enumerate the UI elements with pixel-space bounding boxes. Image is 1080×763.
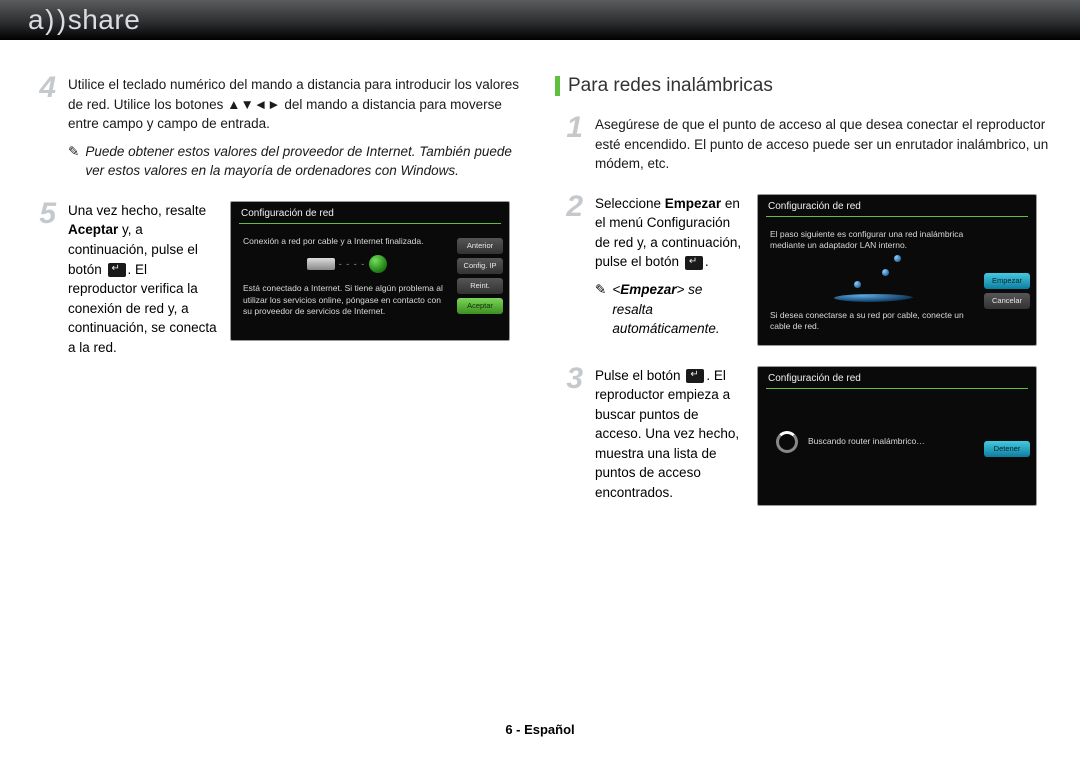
enter-icon	[685, 256, 703, 270]
step1-text: Asegúrese de que el punto de acceso al q…	[595, 115, 1052, 174]
searching-text: Buscando router inalámbrico…	[808, 436, 925, 447]
step-number: 3	[555, 364, 583, 506]
enter-icon	[108, 263, 126, 277]
shot-button-col: Anterior Config. IP Reint. Aceptar	[457, 238, 503, 314]
step-text: Utilice el teclado numérico del mando a …	[68, 75, 525, 181]
bold-aceptar: Aceptar	[68, 222, 118, 237]
step5-text: Una vez hecho, resalte Aceptar y, a cont…	[68, 201, 218, 358]
t: Una vez hecho, resalte	[68, 203, 206, 218]
brand-logo: a ) ) share	[28, 4, 140, 36]
left-column: 4 Utilice el teclado numérico del mando …	[28, 75, 525, 526]
step-number: 2	[555, 192, 583, 346]
shot-line1: El paso siguiente es configurar una red …	[770, 229, 978, 252]
step-5: 5 Una vez hecho, resalte Aceptar y, a co…	[28, 201, 525, 358]
divider	[766, 388, 1028, 389]
step-4: 4 Utilice el teclado numérico del mando …	[28, 75, 525, 181]
screenshot-wireless-start: Configuración de red El paso siguiente e…	[757, 194, 1037, 346]
note-icon	[68, 142, 79, 181]
note-bold: Empezar	[620, 282, 676, 297]
logo-paren-right: )	[57, 4, 67, 36]
router-icon	[307, 258, 335, 270]
button-reint[interactable]: Reint.	[457, 278, 503, 294]
screenshot-network-done: Configuración de red Conexión a red por …	[230, 201, 510, 341]
dpad-arrows-icon: ▲▼◄►	[227, 97, 280, 112]
header-band: a ) ) share	[0, 0, 1080, 40]
step-number: 5	[28, 199, 56, 358]
shot-line2: Si desea conectarse a su red por cable, …	[770, 310, 978, 333]
logo-word-share: share	[68, 4, 141, 36]
right-column: Para redes inalámbricas 1 Asegúrese de q…	[555, 75, 1052, 526]
t: Pulse el botón	[595, 368, 684, 383]
heading-text: Para redes inalámbricas	[568, 75, 773, 97]
step-3: 3 Pulse el botón . El reproductor empiez…	[555, 366, 1052, 506]
heading-accent-bar	[555, 76, 560, 96]
shot-title: Configuración de red	[758, 195, 1036, 216]
page-footer: 6 - Español	[0, 722, 1080, 737]
button-anterior[interactable]: Anterior	[457, 238, 503, 254]
step-number: 4	[28, 73, 56, 181]
globe-icon	[369, 255, 387, 273]
button-aceptar[interactable]: Aceptar	[457, 298, 503, 314]
t: .	[705, 254, 709, 269]
t: Seleccione	[595, 196, 665, 211]
searching-row: Buscando router inalámbrico…	[770, 401, 978, 483]
dashes: - - - -	[339, 259, 366, 269]
shot-button-col: Detener	[984, 441, 1030, 457]
button-cancelar[interactable]: Cancelar	[984, 293, 1030, 309]
step4-note-text: Puede obtener estos valores del proveedo…	[85, 142, 525, 181]
dot-icon	[854, 281, 861, 288]
dot-icon	[894, 255, 901, 262]
divider	[239, 223, 501, 224]
page-body: 4 Utilice el teclado numérico del mando …	[0, 40, 1080, 526]
divider	[766, 216, 1028, 217]
wireless-graphic	[770, 252, 978, 302]
button-config-ip[interactable]: Config. IP	[457, 258, 503, 274]
note-text: <Empezar> se resalta automáticamente.	[612, 280, 745, 339]
note-icon	[595, 280, 606, 339]
bold-empezar: Empezar	[665, 196, 721, 211]
section-heading: Para redes inalámbricas	[555, 75, 1052, 97]
step2-text: Seleccione Empezar en el menú Configurac…	[595, 194, 745, 339]
step-number: 1	[555, 113, 583, 174]
connection-graphic: - - - -	[243, 255, 451, 273]
dot-icon	[882, 269, 889, 276]
step2-note: <Empezar> se resalta automáticamente.	[595, 280, 745, 339]
t: . El reproductor empieza a buscar puntos…	[595, 368, 739, 500]
shot-title: Configuración de red	[231, 202, 509, 223]
button-empezar[interactable]: Empezar	[984, 273, 1030, 289]
step-2: 2 Seleccione Empezar en el menú Configur…	[555, 194, 1052, 346]
enter-icon	[686, 369, 704, 383]
button-detener[interactable]: Detener	[984, 441, 1030, 457]
shot-line1: Conexión a red por cable y a Internet fi…	[243, 236, 451, 247]
shot-footer-msg: Está conectado a Internet. Si tiene algú…	[243, 283, 451, 317]
shot-button-col: Empezar Cancelar	[984, 273, 1030, 309]
logo-paren-left: )	[45, 4, 55, 36]
step4-note: Puede obtener estos valores del proveedo…	[68, 142, 525, 181]
shot-title: Configuración de red	[758, 367, 1036, 388]
step-1: 1 Asegúrese de que el punto de acceso al…	[555, 115, 1052, 174]
step3-text: Pulse el botón . El reproductor empieza …	[595, 366, 745, 503]
logo-letter-a: a	[28, 4, 44, 36]
screenshot-searching: Configuración de red Buscando router ina…	[757, 366, 1037, 506]
spinner-icon	[776, 431, 798, 453]
